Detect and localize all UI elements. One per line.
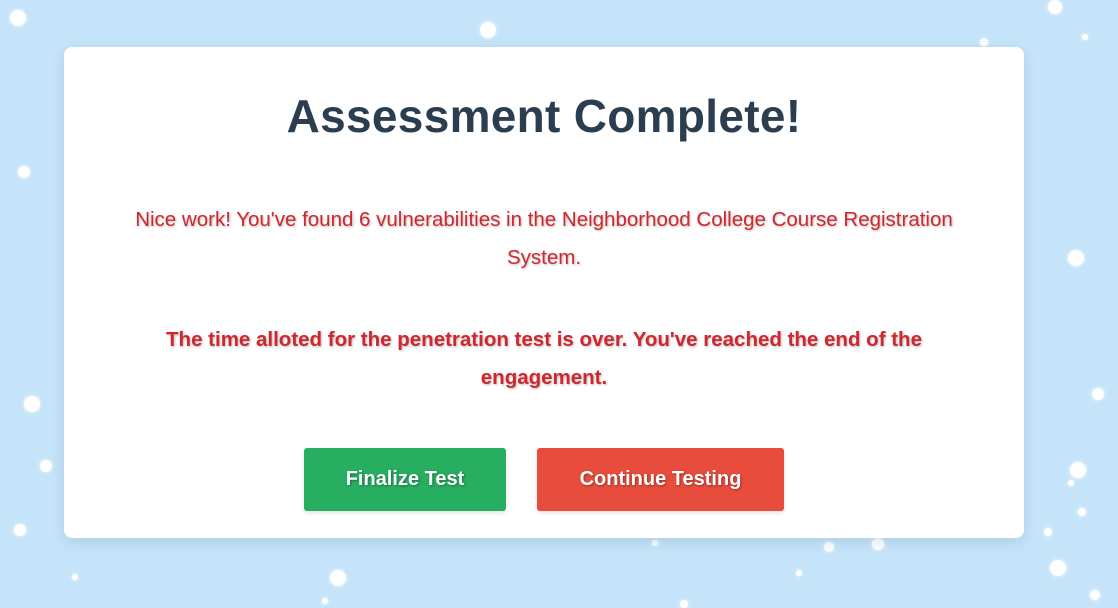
snowflake [1092,388,1104,400]
snowflake [980,38,988,46]
snowflake [1068,250,1084,266]
snowflake [1078,508,1086,516]
snowflake [40,460,52,472]
snowflake [796,570,802,576]
vulnerabilities-found-message: Nice work! You've found 6 vulnerabilitie… [135,208,953,269]
assessment-complete-dialog: Assessment Complete! Nice work! You've f… [64,47,1024,538]
dialog-title: Assessment Complete! [286,90,802,142]
snowflake [330,570,346,586]
snowflake [480,22,496,38]
snowflake [18,166,30,178]
continue-testing-button[interactable]: Continue Testing [537,448,784,511]
snowflake [1090,590,1100,600]
time-over-message: The time alloted for the penetration tes… [166,328,922,389]
snowflake [1050,560,1066,576]
snowflake [680,600,688,608]
snowflake [24,396,40,412]
finalize-test-button[interactable]: Finalize Test [304,448,506,511]
snowflake [1044,528,1052,536]
snowflake [1048,0,1062,14]
snowflake [72,574,78,580]
snowflake [652,540,658,546]
snowflake [1070,462,1086,478]
snowflake [824,542,834,552]
snowflake [14,524,26,536]
snowflake [872,538,884,550]
snowflake [1068,480,1074,486]
snowflake [10,10,26,26]
snowflake [322,598,328,604]
snowflake [1082,34,1088,40]
